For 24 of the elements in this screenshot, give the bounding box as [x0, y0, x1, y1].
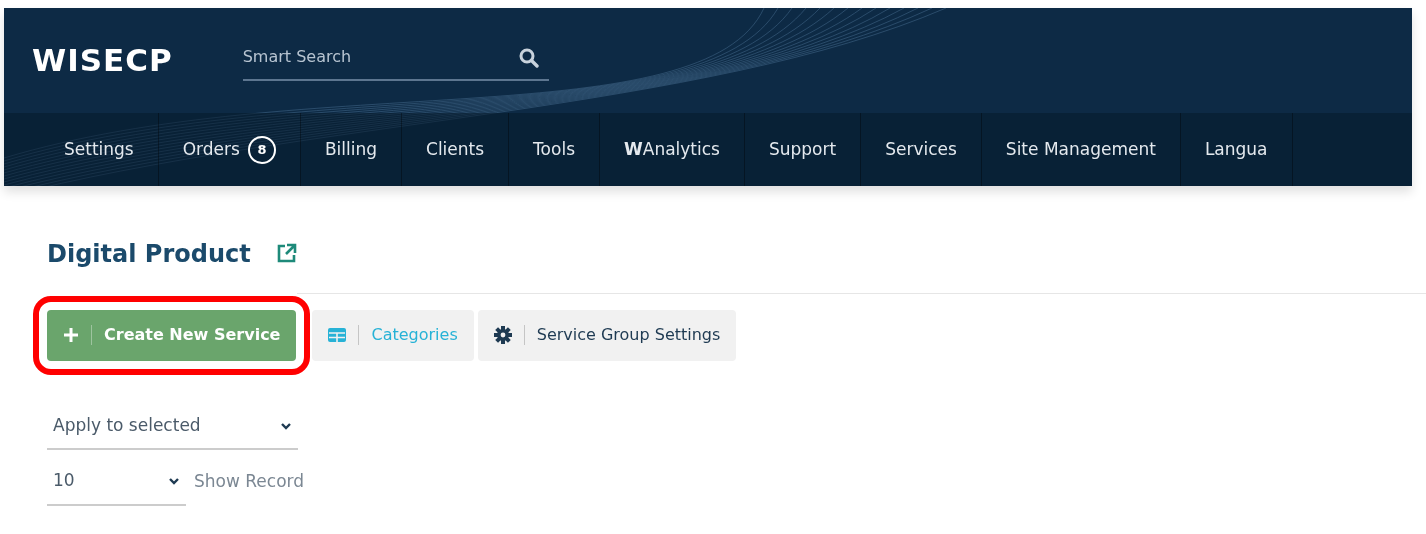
page-size-select[interactable]: 10: [47, 458, 186, 506]
search-field[interactable]: Smart Search: [242, 40, 549, 81]
plus-icon: [63, 327, 79, 344]
chevron-down-icon: [280, 420, 292, 431]
nav-link[interactable]: Site Management: [1005, 136, 1156, 163]
action-button[interactable]: Service Group Settings: [477, 309, 737, 361]
gear-icon: [493, 326, 512, 345]
logo: WISECP: [32, 45, 173, 76]
nav-link[interactable]: Support: [768, 136, 837, 163]
bulk-action-select[interactable]: Apply to selected: [47, 402, 298, 451]
count-badge: 8: [247, 135, 276, 164]
nav-link[interactable]: WAnalytics: [624, 136, 720, 163]
nav-link[interactable]: Tools: [533, 136, 575, 163]
chevron-down-icon: [168, 476, 180, 487]
table-icon: [328, 327, 347, 344]
nav-link[interactable]: Services: [885, 136, 957, 163]
search-icon: [518, 47, 539, 68]
nav-link[interactable]: Billing: [324, 136, 378, 163]
nav-link[interactable]: Orders: [182, 136, 240, 163]
show-record-label: Show Record: [194, 470, 304, 494]
nav-link[interactable]: Settings: [64, 136, 134, 163]
page-title: Digital Product: [47, 240, 251, 269]
nav-link[interactable]: Langua: [1204, 136, 1268, 163]
nav-link[interactable]: Clients: [426, 136, 485, 163]
